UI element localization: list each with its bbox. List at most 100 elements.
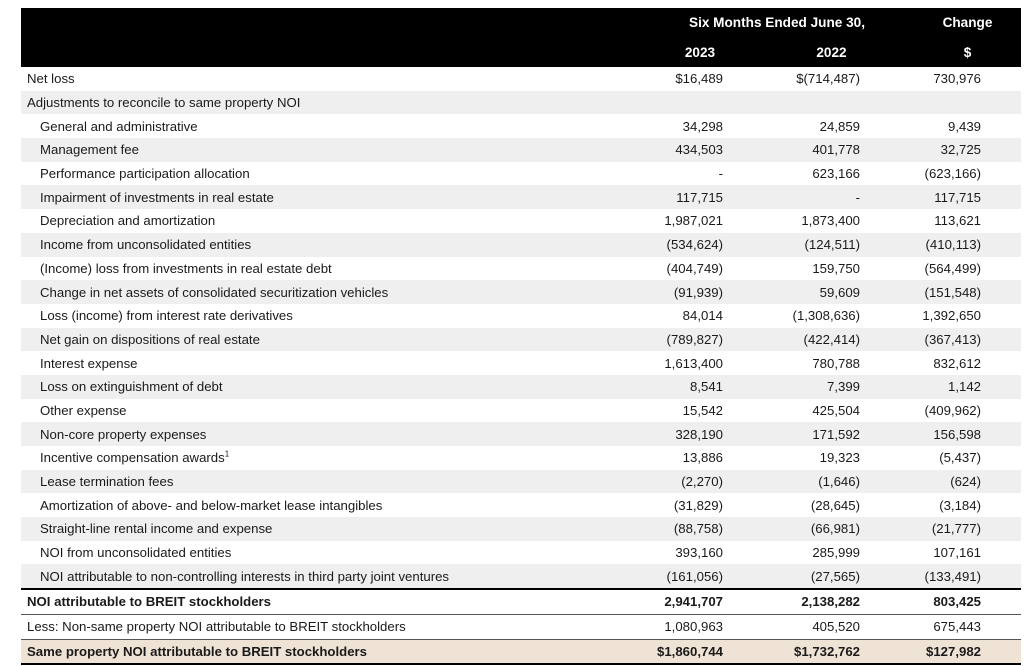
value-2023: (404,749) [666, 260, 723, 276]
value-change: (410,113) [874, 232, 1021, 257]
row-label-text: Depreciation and amortization [40, 213, 216, 229]
row-label-text: Adjustments to reconcile to same propert… [27, 95, 301, 111]
value-2023: 1,987,021 [664, 213, 723, 229]
table-row: Impairment of investments in real estate… [21, 185, 1021, 210]
row-label-text: Interest expense [40, 355, 138, 371]
row-label: Net loss [21, 67, 621, 91]
row-label-text: Amortization of above- and below-market … [40, 497, 383, 513]
header-row-period: Six Months Ended June 30, Change [21, 8, 1021, 37]
value-2022: 2,138,282 [739, 588, 874, 615]
table-row: General and administrative 34,298 24,859 9,… [21, 114, 1021, 138]
noi-reconciliation-table-container: Six Months Ended June 30, Change 2023 20… [21, 8, 1021, 666]
row-label: Non-core property expenses [21, 422, 621, 446]
change-unit-header: $ [874, 37, 1021, 67]
table-row: Interest expense 1,613,400 780,788 832,612 [21, 351, 1021, 375]
value-change: (367,413) [874, 327, 1021, 352]
value-change: (624) [874, 469, 1021, 494]
value-change: 9,439 [947, 118, 981, 134]
header-row-years: 2023 2022 $ [21, 37, 1021, 67]
value-2022: (28,645) [810, 497, 860, 513]
value-2022: 171,592 [739, 422, 874, 446]
value-2022: (422,414) [739, 327, 874, 352]
value-2023: $16,489 [621, 67, 739, 91]
row-label: Straight-line rental income and expense [21, 517, 621, 541]
row-label-text: Income from unconsolidated entities [40, 237, 252, 253]
row-label-text: Non-core property expenses [40, 426, 207, 442]
row-label: Performance participation allocation [21, 162, 621, 186]
value-2023: - [718, 166, 723, 182]
row-label: Management fee [21, 138, 621, 162]
value-2023: $1,860,744 [621, 638, 739, 666]
table-row: Same property NOI attributable to BREIT … [21, 638, 1021, 666]
row-label-text: Net loss [27, 71, 75, 87]
value-2022: 19,323 [819, 450, 860, 466]
row-label-text: Management fee [40, 142, 139, 158]
value-2023: (31,829) [673, 497, 723, 513]
row-label-text: Loss (income) from interest rate derivat… [40, 308, 293, 324]
value-2022: 425,504 [812, 402, 860, 418]
footnote-marker: 1 [224, 449, 230, 459]
table-row: NOI from unconsolidated entities 393,160 2… [21, 541, 1021, 565]
value-change: (133,491) [874, 564, 1021, 590]
table-row: Non-core property expenses 328,190 171,592… [21, 422, 1021, 446]
value-2022: (124,511) [739, 232, 874, 257]
row-label: Adjustments to reconcile to same propert… [21, 90, 621, 115]
header-blank [21, 8, 621, 37]
value-change: $127,982 [874, 638, 1021, 666]
row-label-text: General and administrative [40, 118, 198, 134]
row-label: Other expense [21, 399, 621, 423]
value-change: 156,598 [874, 422, 1021, 446]
value-change: (3,184) [939, 497, 981, 513]
value-2023: 434,503 [621, 138, 739, 162]
table-row: Less: Non-same property NOI attributable… [21, 613, 1021, 639]
row-label: Income from unconsolidated entities [21, 232, 621, 257]
table-row: Performance participation allocation - 623… [21, 162, 1021, 186]
table-row: Lease termination fees (2,270) (1,646) (624… [21, 469, 1021, 494]
row-label-text: Impairment of investments in real estate [40, 189, 274, 205]
value-2023: 84,014 [682, 308, 723, 324]
year-2023-header: 2023 [621, 37, 739, 67]
value-2023: (534,624) [621, 232, 739, 257]
row-label-text: Net gain on dispositions of real estate [40, 331, 260, 347]
table-row: Net gain on dispositions of real estate (… [21, 327, 1021, 352]
row-label-text: Loss on extinguishment of debt [40, 379, 223, 395]
table-header: Six Months Ended June 30, Change 2023 20… [21, 8, 1021, 67]
table-row: NOI attributable to non-controlling inte… [21, 564, 1021, 590]
value-2022: 24,859 [819, 118, 860, 134]
value-2022: (27,565) [739, 564, 874, 590]
row-label: Change in net assets of consolidated sec… [21, 280, 621, 304]
value-2022: 59,609 [739, 280, 874, 304]
value-2022: (1,308,636) [792, 308, 860, 324]
value-2022: (1,646) [739, 469, 874, 494]
row-label-text: Incentive compensation awards [40, 450, 225, 466]
row-label: NOI attributable to non-controlling inte… [21, 564, 621, 590]
value-2023 [621, 90, 739, 115]
value-change: (409,962) [924, 402, 981, 418]
table-row: Other expense 15,542 425,504 (409,962) [21, 399, 1021, 423]
value-2022: 1,873,400 [801, 213, 860, 229]
value-2022: 7,399 [739, 374, 874, 399]
value-change: (564,499) [924, 260, 981, 276]
value-2023: 1,613,400 [664, 355, 723, 371]
row-label-text: Lease termination fees [40, 474, 174, 490]
value-2022: - [739, 185, 874, 210]
change-header: Change [874, 8, 1021, 37]
value-change: 32,725 [874, 138, 1021, 162]
table-row: Adjustments to reconcile to same propert… [21, 90, 1021, 115]
row-label-text: Performance participation allocation [40, 166, 250, 182]
value-change [874, 90, 1021, 115]
value-change: 1,392,650 [922, 308, 981, 324]
value-change: 832,612 [933, 355, 981, 371]
value-2022: 623,166 [812, 166, 860, 182]
value-2023: (2,270) [621, 469, 739, 494]
row-label-text: NOI attributable to non-controlling inte… [40, 568, 450, 584]
table-row: Management fee 434,503 401,778 32,725 [21, 138, 1021, 162]
table-row: NOI attributable to BREIT stockholders 2,… [21, 588, 1021, 615]
value-2023: 15,542 [682, 402, 723, 418]
row-label-text: Straight-line rental income and expense [40, 521, 273, 537]
value-2022: $(714,487) [739, 67, 874, 91]
value-change: 730,976 [874, 67, 1021, 91]
row-label: Loss (income) from interest rate derivat… [21, 304, 621, 328]
value-change: 107,161 [933, 545, 981, 561]
table-row: Loss (income) from interest rate derivat… [21, 304, 1021, 328]
